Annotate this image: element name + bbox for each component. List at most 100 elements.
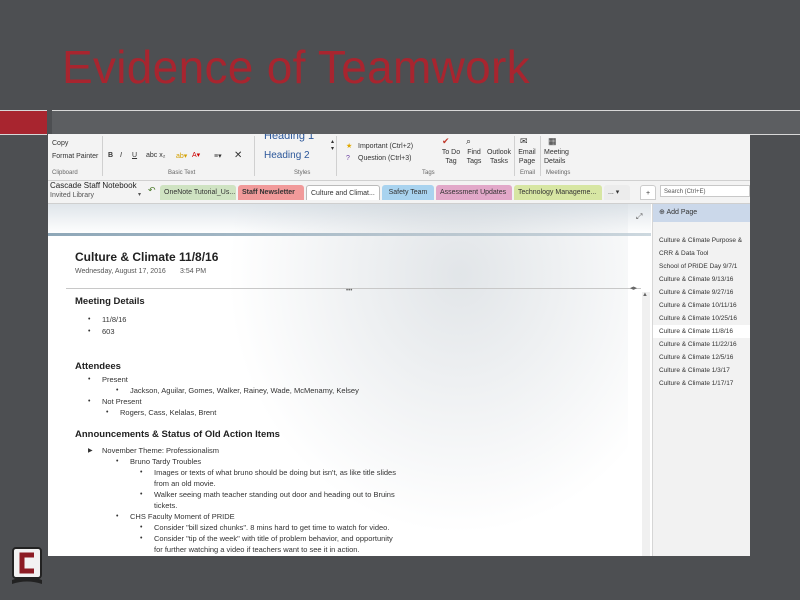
format-painter-button[interactable]: Format Painter [52, 153, 98, 160]
announcement-line: for further watching a video if teachers… [154, 545, 360, 554]
ribbon: Copy Format Painter Clipboard B I U abc … [48, 134, 750, 181]
page-canvas[interactable]: ⤢ Culture & Climate 11/8/16 Wednesday, A… [48, 204, 651, 556]
question-tag[interactable]: Question (Ctrl+3) [358, 155, 412, 162]
page-time: 3:54 PM [180, 268, 207, 275]
bullet-icon: • [140, 524, 143, 531]
font-color-icon[interactable]: A▾ [192, 151, 200, 159]
page-list-item[interactable]: Culture & Climate 11/22/16 [653, 338, 750, 351]
bullet-icon: • [140, 491, 143, 498]
more-tabs-button[interactable]: ... ▾ [604, 185, 630, 200]
add-page-button[interactable]: ⊕ Add Page [653, 204, 750, 222]
container-handle-icon[interactable]: ••• [346, 288, 352, 294]
container-resize-icon[interactable]: ◂▸ [630, 284, 637, 292]
collapse-triangle-icon[interactable]: ▶ [88, 447, 93, 454]
not-present-label: Not Present [102, 397, 142, 406]
onenote-screenshot: Copy Format Painter Clipboard B I U abc … [48, 134, 750, 556]
find-tags-icon: ⌕ [466, 136, 472, 146]
announcement-line: from an old movie. [154, 479, 216, 488]
chevron-down-icon[interactable]: ▾ [138, 191, 141, 198]
bullet-icon: • [88, 328, 91, 335]
announcement-line: CHS Faculty Moment of PRIDE [130, 512, 235, 521]
bullet-icon: • [116, 513, 119, 520]
page-list-item[interactable]: CRR & Data Tool [653, 247, 750, 260]
email-icon: ✉ [520, 136, 528, 146]
present-label: Present [102, 375, 128, 384]
important-tag[interactable]: Important (Ctrl+2) [358, 143, 413, 150]
school-logo [12, 547, 42, 584]
todo-tag-button[interactable]: To Do Tag [440, 148, 462, 166]
page-list-item[interactable]: Culture & Climate 1/17/17 [653, 377, 750, 390]
announcement-line: Consider "bill sized chunks". 8 mins har… [154, 523, 390, 532]
important-star-icon: ★ [346, 143, 353, 150]
styles-scroll-icon[interactable]: ▴ ▾ [331, 138, 334, 152]
strikethrough-icon[interactable]: abc x₂ [146, 152, 165, 159]
page-list-item-selected[interactable]: Culture & Climate 11/8/16 [653, 325, 750, 338]
underline-button[interactable]: U [132, 152, 137, 159]
clipboard-group-label: Clipboard [52, 170, 78, 176]
email-group-label: Email [520, 170, 536, 176]
bullet-icon: • [88, 316, 91, 323]
page-list-item[interactable]: Culture & Climate 12/5/16 [653, 351, 750, 364]
heading2-style[interactable]: Heading 2 [264, 150, 310, 161]
page-list-item[interactable]: Culture & Climate 1/3/17 [653, 364, 750, 377]
bullet-icon: • [88, 398, 91, 405]
styles-group-label: Styles [294, 170, 311, 176]
page-list-item[interactable]: Culture & Climate 9/13/16 [653, 273, 750, 286]
email-page-button[interactable]: Email Page [518, 148, 536, 166]
italic-button[interactable]: I [120, 152, 122, 159]
meeting-room: 603 [102, 327, 115, 336]
section-tab[interactable]: Technology Manageme... [514, 185, 602, 200]
title-divider-bar [52, 110, 800, 135]
vertical-scrollbar[interactable] [642, 292, 650, 556]
bold-button[interactable]: B [108, 152, 113, 159]
page-date: Wednesday, August 17, 2016 [75, 268, 166, 275]
section-tab[interactable]: OneNote Tutorial_Us... [160, 185, 236, 200]
add-circle-icon: ⊕ [659, 209, 665, 216]
page-list-sidebar: ⊕ Add Page Culture & Climate Purpose & C… [652, 204, 750, 556]
announcements-heading: Announcements & Status of Old Action Ite… [75, 429, 280, 440]
tags-group-label: Tags [422, 170, 435, 176]
search-input[interactable]: Search (Ctrl+E) [660, 185, 750, 197]
section-tab[interactable]: Culture and Climat... [306, 185, 380, 200]
present-list: Jackson, Aguilar, Gomes, Walker, Rainey,… [130, 386, 359, 395]
title-accent-bar [0, 110, 47, 135]
page-list-item[interactable]: Culture & Climate 9/27/16 [653, 286, 750, 299]
notebook-picker[interactable]: Cascade Staff Notebook Invited Library [50, 181, 137, 201]
page-list-item[interactable]: School of PRIDE Day 9/7/1 [653, 260, 750, 273]
highlight-icon[interactable]: ab▾ [176, 152, 187, 160]
section-tab-bar: Cascade Staff Notebook Invited Library ▾… [48, 181, 750, 204]
clear-format-icon[interactable]: ✕ [234, 150, 242, 161]
align-icon[interactable]: ≡▾ [214, 152, 222, 160]
section-tab[interactable]: Assessment Updates [436, 185, 512, 200]
meetings-group-label: Meetings [546, 170, 571, 176]
section-tab[interactable]: Staff Newsletter [238, 185, 304, 200]
back-arrow-icon[interactable]: ↶ [148, 185, 156, 196]
page-list-item[interactable]: Culture & Climate 10/25/16 [653, 312, 750, 325]
bullet-icon: • [106, 409, 109, 416]
section-tab[interactable]: Safety Team [382, 185, 434, 200]
announcement-line: Walker seeing math teacher standing out … [154, 490, 395, 499]
meeting-date: 11/8/16 [102, 315, 127, 324]
bullet-icon: • [116, 458, 119, 465]
announcement-line: Images or texts of what bruno should be … [154, 468, 396, 477]
todo-check-icon: ✔ [442, 136, 450, 146]
bullet-icon: • [140, 535, 143, 542]
page-list-item[interactable]: Culture & Climate Purpose & [653, 234, 750, 247]
bullet-icon: • [116, 387, 119, 394]
find-tags-button[interactable]: Find Tags [464, 148, 484, 166]
not-present-list: Rogers, Cass, Kelalas, Brent [120, 408, 217, 417]
question-icon: ? [346, 155, 350, 162]
scroll-up-icon[interactable]: ▲ [642, 292, 648, 298]
announcement-line: November Theme: Professionalism [102, 446, 219, 455]
heading1-style[interactable]: Heading 1 [264, 134, 314, 142]
add-section-button[interactable]: + [640, 185, 656, 200]
copy-button[interactable]: Copy [52, 140, 68, 147]
page-list-item[interactable]: Culture & Climate 10/11/16 [653, 299, 750, 312]
notebook-name: Cascade Staff Notebook [50, 181, 137, 190]
meeting-details-button[interactable]: Meeting Details [544, 148, 572, 166]
meeting-icon: ▦ [548, 136, 557, 146]
outlook-tasks-button[interactable]: Outlook Tasks [486, 148, 512, 166]
slide-title: Evidence of Teamwork [62, 41, 530, 93]
expand-icon[interactable]: ⤢ [636, 212, 642, 222]
page-title[interactable]: Culture & Climate 11/8/16 [75, 250, 218, 264]
